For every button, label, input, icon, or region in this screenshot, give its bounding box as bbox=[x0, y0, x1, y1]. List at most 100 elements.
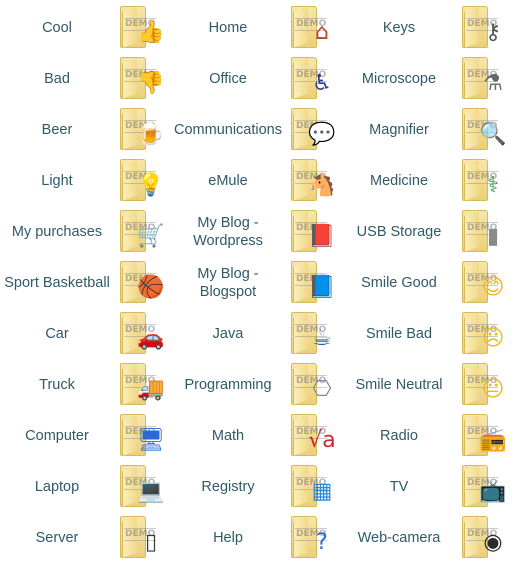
smile-bad-icon: ☹ bbox=[481, 326, 505, 351]
item-label: Microscope bbox=[361, 70, 437, 87]
folder-item[interactable]: DEMO ▦ bbox=[285, 461, 342, 512]
thumbs-up-icon: 👍 bbox=[137, 20, 165, 45]
folder-icon: DEMO? bbox=[289, 514, 337, 560]
folder-item[interactable]: DEMO ♿ bbox=[285, 53, 342, 104]
folder-item[interactable]: DEMO ▮ bbox=[456, 206, 513, 257]
smile-good-icon: 😊 bbox=[481, 275, 505, 300]
tv-icon: 📺 bbox=[479, 479, 507, 504]
item-label: Registry bbox=[201, 478, 255, 495]
item-label: Office bbox=[209, 70, 247, 87]
blogspot-book-icon: 📘 bbox=[308, 275, 336, 300]
item-label: Java bbox=[212, 325, 244, 342]
office-chair-icon: ♿ bbox=[312, 71, 332, 96]
caduceus-icon: ⚕ bbox=[487, 173, 499, 198]
folder-item[interactable]: DEMO 😐 bbox=[456, 359, 513, 410]
folder-icon: DEMO 🏀 bbox=[118, 259, 166, 305]
folder-item[interactable]: DEMO 🛒 bbox=[114, 206, 171, 257]
shopping-cart-icon: 🛒 bbox=[137, 224, 165, 249]
folder-icon: DEMO ☕ bbox=[289, 310, 337, 356]
folder-item[interactable]: DEMO 🚚 bbox=[114, 359, 171, 410]
folder-item[interactable]: DEMO 👍 bbox=[114, 2, 171, 53]
help-question-icon: ? bbox=[316, 530, 328, 555]
folder-item[interactable]: DEMO ▯ bbox=[114, 512, 171, 563]
folder-item[interactable]: DEMO 🚗 bbox=[114, 308, 171, 359]
folder-icon: DEMO √a bbox=[289, 412, 337, 458]
microscope-icon: ⚗ bbox=[483, 71, 503, 96]
light-bulb-icon: 💡 bbox=[137, 173, 165, 198]
folder-icon: DEMO ⎔ bbox=[289, 361, 337, 407]
item-label: Programming bbox=[184, 376, 272, 393]
house-icon: ⌂ bbox=[315, 20, 329, 45]
folder-item[interactable]: DEMO ⌂ bbox=[285, 2, 342, 53]
folder-item[interactable]: DEMO ⚷ bbox=[456, 2, 513, 53]
folder-item[interactable]: DEMO 🖥 bbox=[114, 410, 171, 461]
folder-item[interactable]: DEMO ☹ bbox=[456, 308, 513, 359]
folder-icon: DEMO 🔍 bbox=[460, 106, 508, 152]
folder-icon: DEMO 📕 bbox=[289, 208, 337, 254]
item-label: Keys bbox=[382, 19, 416, 36]
folder-item[interactable]: DEMO 💡 bbox=[114, 155, 171, 206]
item-label: Truck bbox=[39, 376, 75, 393]
folder-icon: DEMO 👎 bbox=[118, 55, 166, 101]
folder-icon: DEMO 😊 bbox=[460, 259, 508, 305]
folder-item[interactable]: DEMO ☕ bbox=[285, 308, 342, 359]
folder-item[interactable]: DEMO ⚗ bbox=[456, 53, 513, 104]
folder-item[interactable]: DEMO 👎 bbox=[114, 53, 171, 104]
folder-item[interactable]: DEMO 💬 bbox=[285, 104, 342, 155]
smile-neutral-icon: 😐 bbox=[481, 377, 505, 402]
item-label: My purchases bbox=[11, 223, 103, 240]
truck-icon: 🚚 bbox=[137, 377, 165, 402]
folder-item[interactable]: DEMO 🐴 bbox=[285, 155, 342, 206]
folder-item[interactable]: DEMO 💻 bbox=[114, 461, 171, 512]
folder-icon: DEMO ⚗ bbox=[460, 55, 508, 101]
folder-icon: DEMO 💡 bbox=[118, 157, 166, 203]
item-label: Smile Good bbox=[361, 274, 437, 291]
folder-item[interactable]: DEMO 📘 bbox=[285, 257, 342, 308]
folder-item[interactable]: DEMO 🍺 bbox=[114, 104, 171, 155]
magnifier-icon: 🔍 bbox=[479, 122, 507, 147]
item-label: TV bbox=[389, 478, 409, 495]
folder-icon: DEMO 🖥 bbox=[118, 412, 166, 458]
folder-icon: DEMO ☹ bbox=[460, 310, 508, 356]
item-label: Sport Basketball bbox=[4, 274, 110, 291]
folder-item[interactable]: DEMO √a bbox=[285, 410, 342, 461]
folder-icon: DEMO 📺 bbox=[460, 463, 508, 509]
item-label: eMule bbox=[208, 172, 248, 189]
folder-icon: DEMO ▦ bbox=[289, 463, 337, 509]
folder-item[interactable]: DEMO 📻 bbox=[456, 410, 513, 461]
folder-item[interactable]: DEMO 🔍 bbox=[456, 104, 513, 155]
folder-item[interactable]: DEMO ⚕ bbox=[456, 155, 513, 206]
folder-item[interactable]: DEMO ⎔ bbox=[285, 359, 342, 410]
icon-grid: Cool DEMO 👍 Home DEMO ⌂ Keys DEMO ⚷ Bad DEMO 👎 Offic… bbox=[0, 0, 531, 566]
folder-icon: DEMO ▯ bbox=[118, 514, 166, 560]
flowchart-icon: ⎔ bbox=[312, 377, 332, 402]
folder-icon: DEMO 👍 bbox=[118, 4, 166, 50]
item-label: Light bbox=[41, 172, 73, 189]
car-icon: 🚗 bbox=[137, 326, 165, 351]
usb-drive-icon: ▮ bbox=[486, 224, 500, 249]
item-label: Magnifier bbox=[369, 121, 429, 138]
folder-item[interactable]: DEMO 📕 bbox=[285, 206, 342, 257]
folder-icon: DEMO ▮ bbox=[460, 208, 508, 254]
folder-item[interactable]: DEMO 📺 bbox=[456, 461, 513, 512]
registry-cubes-icon: ▦ bbox=[311, 479, 333, 504]
folder-icon: DEMO 🚚 bbox=[118, 361, 166, 407]
thumbs-down-icon: 👎 bbox=[137, 71, 165, 96]
radio-icon: 📻 bbox=[479, 428, 507, 453]
folder-icon: DEMO 📘 bbox=[289, 259, 337, 305]
folder-icon: DEMO 🐴 bbox=[289, 157, 337, 203]
folder-icon: DEMO 🍺 bbox=[118, 106, 166, 152]
item-label: Help bbox=[213, 529, 243, 546]
folder-icon: DEMO ⌂ bbox=[289, 4, 337, 50]
folder-item[interactable]: DEMO ◉ bbox=[456, 512, 513, 563]
folder-icon: DEMO ⚕ bbox=[460, 157, 508, 203]
item-label: USB Storage bbox=[356, 223, 442, 240]
folder-item[interactable]: DEMO 🏀 bbox=[114, 257, 171, 308]
keys-icon: ⚷ bbox=[484, 20, 502, 45]
item-label: Communications bbox=[174, 121, 282, 138]
folder-item[interactable]: DEMO? bbox=[285, 512, 342, 563]
item-label: My Blog - Blogspot bbox=[197, 265, 259, 300]
beer-mug-icon: 🍺 bbox=[137, 122, 165, 147]
folder-item[interactable]: DEMO 😊 bbox=[456, 257, 513, 308]
item-label: Laptop bbox=[34, 478, 80, 495]
